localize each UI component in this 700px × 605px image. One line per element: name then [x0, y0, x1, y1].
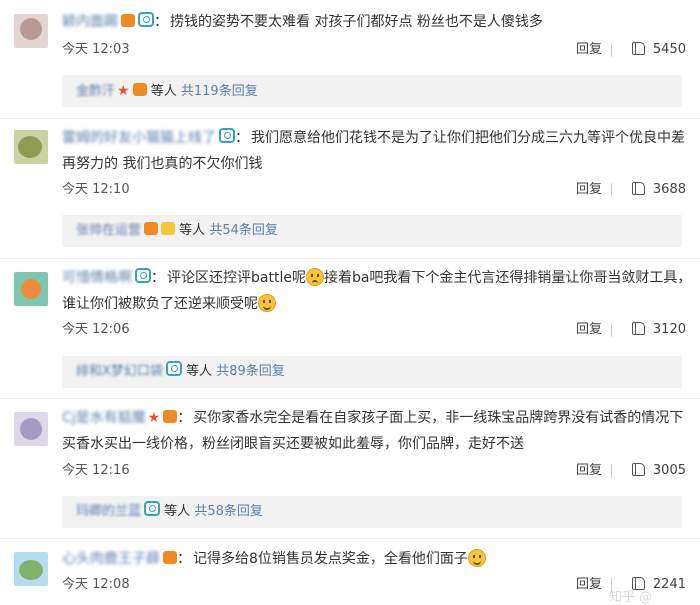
sub-reply-suffix: 等人: [179, 223, 206, 238]
comment-meta: 今天 12:06 回复 3120: [62, 320, 686, 340]
like-count: 2241: [652, 577, 686, 592]
sub-reply-total[interactable]: 共119条回复: [181, 84, 258, 99]
sub-reply-user[interactable]: 绯和X梦幻口袋: [76, 364, 163, 379]
vip-badge-icon: [121, 14, 135, 27]
comment-meta: 今天 12:08 回复 2241: [62, 575, 686, 595]
sub-replies-link[interactable]: 金酢汗 ★ 等人 共119条回复: [62, 75, 682, 107]
like-button[interactable]: 3005: [631, 461, 686, 481]
thumbs-up-icon: [631, 463, 645, 476]
sub-reply-user[interactable]: 金酢汗: [76, 84, 115, 99]
avatar[interactable]: [14, 130, 48, 164]
sub-reply-suffix: 等人: [164, 504, 191, 519]
like-count: 3005: [652, 463, 686, 478]
thumbs-up-icon: [631, 42, 645, 55]
timestamp: 今天 12:03: [62, 42, 130, 57]
avatar[interactable]: [14, 272, 48, 306]
vip-badge-icon: [144, 222, 159, 235]
comment-text: 雷姆的好友小猫猫上线了：我们愿意给他们花钱不是为了让你们把他们分成三六九等评个优…: [62, 128, 685, 172]
divider: [0, 398, 700, 399]
sub-replies-link[interactable]: 张帅在运营 等人 共54条回复: [62, 215, 682, 247]
camera-badge-icon: [219, 128, 235, 143]
avatar[interactable]: [14, 14, 48, 48]
timestamp: 今天 12:16: [62, 463, 130, 478]
comment-text: Cj是水有掂魔 ★：买你家香水完全是看在自家孩子面上买，非一线珠宝品牌跨界没有试香…: [62, 410, 684, 452]
username[interactable]: 心头肉鹿王子薛: [62, 551, 160, 567]
camera-badge-icon: [138, 12, 154, 27]
smile-emoji-icon: [258, 294, 276, 312]
star-badge-icon: ★: [147, 410, 161, 426]
divider: [611, 464, 612, 478]
reply-button[interactable]: 回复: [576, 180, 602, 200]
avatar[interactable]: [14, 412, 48, 446]
divider: [611, 43, 612, 57]
sub-replies-link[interactable]: 玛卿的兰蓝 等人 共58条回复: [62, 496, 682, 528]
thinking-emoji-icon: [305, 268, 324, 286]
like-count: 3688: [652, 182, 686, 197]
divider: [611, 323, 612, 337]
username[interactable]: 颖内面踢: [62, 14, 118, 30]
divider: [0, 118, 700, 119]
divider: [611, 183, 612, 197]
comment-meta: 今天 12:16 回复 3005: [62, 461, 686, 481]
sub-reply-user[interactable]: 玛卿的兰蓝: [76, 504, 141, 519]
comment-text: 颖内面踢：捞钱的姿势不要太难看 对孩子们都好点 粉丝也不是人傻钱多: [62, 12, 543, 30]
star-badge-icon: ★: [117, 83, 130, 99]
comment-content: 捞钱的姿势不要太难看 对孩子们都好点 粉丝也不是人傻钱多: [170, 14, 543, 30]
comment-meta: 今天 12:10 回复 3688: [62, 180, 686, 200]
like-button[interactable]: 3120: [631, 320, 686, 340]
camera-badge-icon: [165, 361, 182, 376]
camera-badge-icon: [135, 268, 151, 283]
like-button[interactable]: 5450: [631, 40, 686, 60]
comment-meta: 今天 12:03 回复 5450: [62, 40, 686, 60]
sub-replies-link[interactable]: 绯和X梦幻口袋 等人 共89条回复: [62, 356, 682, 388]
vip-badge-icon: [163, 551, 177, 564]
reply-button[interactable]: 回复: [576, 320, 602, 340]
sub-reply-suffix: 等人: [150, 84, 177, 99]
username[interactable]: Cj是水有掂魔: [62, 410, 146, 426]
like-button[interactable]: 3688: [631, 180, 686, 200]
reply-button[interactable]: 回复: [576, 40, 602, 60]
camera-badge-icon: [144, 501, 161, 516]
divider: [0, 258, 700, 259]
comment-content: 记得多给8位销售员发点奖金，全看他们面子: [193, 551, 468, 567]
smile-emoji-icon: [467, 549, 486, 567]
sub-reply-total[interactable]: 共89条回复: [216, 364, 285, 379]
comment-text: 可惜情格啊：评论区还控评battle呢 接着ba吧我看下个金主代言还得排销量让你哥…: [62, 268, 692, 312]
watermark: 知乎 @: [608, 590, 652, 605]
reply-button[interactable]: 回复: [576, 575, 602, 595]
sub-reply-total[interactable]: 共54条回复: [209, 223, 278, 238]
sub-reply-suffix: 等人: [186, 364, 213, 379]
vip-badge-icon: [132, 83, 147, 96]
username[interactable]: 雷姆的好友小猫猫上线了: [62, 130, 216, 146]
timestamp: 今天 12:08: [62, 577, 130, 592]
emoji-badge-icon: [161, 222, 176, 235]
username[interactable]: 可惜情格啊: [62, 270, 132, 286]
thumbs-up-icon: [631, 322, 645, 335]
vip-badge-icon: [163, 410, 178, 423]
thumbs-up-icon: [631, 182, 645, 195]
sub-reply-user[interactable]: 张帅在运营: [76, 223, 141, 238]
comment-text: 心头肉鹿王子薛：记得多给8位销售员发点奖金，全看他们面子: [62, 546, 692, 572]
like-count: 5450: [652, 42, 686, 57]
avatar[interactable]: [14, 552, 48, 586]
reply-button[interactable]: 回复: [576, 461, 602, 481]
timestamp: 今天 12:06: [62, 322, 130, 337]
timestamp: 今天 12:10: [62, 182, 130, 197]
sub-reply-total[interactable]: 共58条回复: [194, 504, 263, 519]
comment-content: 评论区还控评battle呢: [167, 270, 306, 286]
like-count: 3120: [652, 322, 686, 337]
divider: [0, 538, 700, 539]
